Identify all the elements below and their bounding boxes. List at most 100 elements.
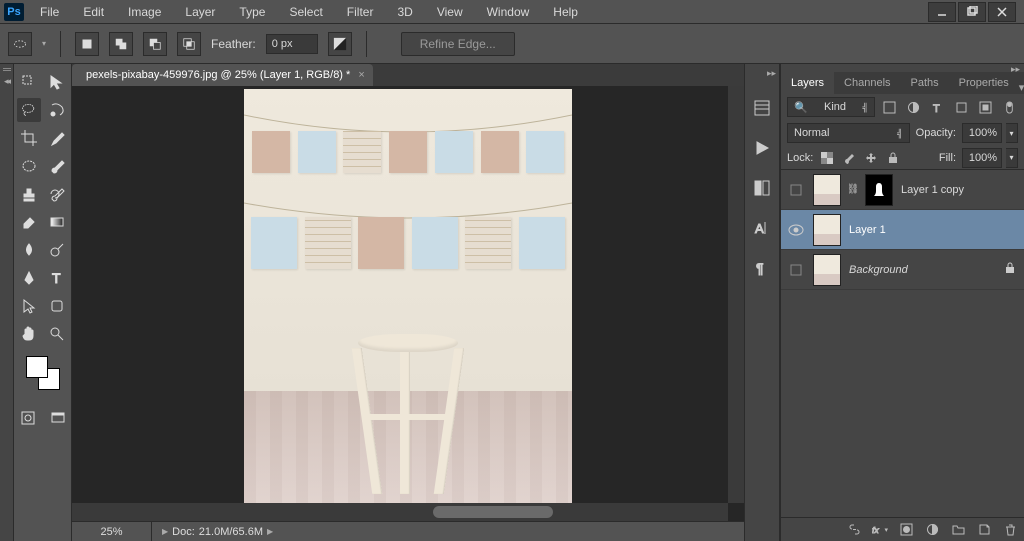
refine-edge-button[interactable]: Refine Edge... bbox=[401, 32, 515, 56]
path-select-tool[interactable] bbox=[17, 294, 41, 318]
filter-type-icon[interactable]: T bbox=[929, 98, 947, 116]
fill-dropdown-icon[interactable]: ▾ bbox=[1006, 148, 1018, 168]
new-layer-icon[interactable] bbox=[976, 522, 992, 538]
add-mask-icon[interactable] bbox=[898, 522, 914, 538]
lock-transparent-icon[interactable] bbox=[819, 150, 835, 166]
filter-switch-icon[interactable] bbox=[1000, 98, 1018, 116]
panel-menu-icon[interactable]: ▾≡ bbox=[1019, 81, 1024, 94]
move-tool[interactable] bbox=[17, 70, 41, 94]
layer-group-icon[interactable] bbox=[950, 522, 966, 538]
layer-thumbnail[interactable] bbox=[813, 174, 841, 206]
delete-layer-icon[interactable] bbox=[1002, 522, 1018, 538]
filter-shape-icon[interactable] bbox=[952, 98, 970, 116]
adjustment-layer-icon[interactable] bbox=[924, 522, 940, 538]
new-selection-icon[interactable] bbox=[75, 32, 99, 56]
menu-3d[interactable]: 3D bbox=[385, 0, 424, 23]
antialias-icon[interactable] bbox=[328, 32, 352, 56]
menu-edit[interactable]: Edit bbox=[71, 0, 116, 23]
eraser-tool[interactable] bbox=[17, 210, 41, 234]
layer-thumbnail[interactable] bbox=[813, 254, 841, 286]
eyedropper-tool[interactable] bbox=[45, 126, 69, 150]
layer-row[interactable]: Layer 1 bbox=[781, 210, 1024, 250]
menu-layer[interactable]: Layer bbox=[173, 0, 227, 23]
close-button[interactable] bbox=[988, 2, 1016, 22]
menu-window[interactable]: Window bbox=[475, 0, 542, 23]
canvas[interactable] bbox=[244, 89, 572, 521]
tool-dropdown-icon[interactable]: ▾ bbox=[42, 39, 46, 48]
scrollbar-thumb[interactable] bbox=[433, 506, 553, 518]
layer-row[interactable]: ⛓ Layer 1 copy bbox=[781, 170, 1024, 210]
menu-file[interactable]: File bbox=[28, 0, 71, 23]
patch-tool[interactable] bbox=[17, 154, 41, 178]
layer-name-label[interactable]: Layer 1 copy bbox=[901, 184, 1018, 196]
layer-thumbnail[interactable] bbox=[813, 214, 841, 246]
zoom-level-field[interactable]: 25% bbox=[72, 522, 152, 541]
pen-tool[interactable] bbox=[17, 266, 41, 290]
history-panel-icon[interactable] bbox=[751, 97, 773, 119]
status-dropdown-icon[interactable]: ▶ bbox=[267, 527, 273, 536]
crop-tool[interactable] bbox=[17, 126, 41, 150]
intersect-selection-icon[interactable] bbox=[177, 32, 201, 56]
filter-adjust-icon[interactable] bbox=[905, 98, 923, 116]
menu-filter[interactable]: Filter bbox=[335, 0, 386, 23]
expand-dock-icon[interactable]: ▸▸ bbox=[745, 68, 779, 79]
current-tool-icon[interactable] bbox=[8, 32, 32, 56]
link-layers-icon[interactable] bbox=[846, 522, 862, 538]
close-tab-icon[interactable]: × bbox=[358, 69, 364, 81]
lock-all-icon[interactable] bbox=[885, 150, 901, 166]
brush-tool[interactable] bbox=[45, 154, 69, 178]
menu-view[interactable]: View bbox=[425, 0, 475, 23]
blend-mode-select[interactable]: Normal ╣ bbox=[787, 123, 910, 143]
opacity-dropdown-icon[interactable]: ▾ bbox=[1006, 123, 1018, 143]
collapse-dock-icon[interactable]: ◂◂ bbox=[4, 76, 9, 87]
menu-image[interactable]: Image bbox=[116, 0, 173, 23]
maximize-button[interactable] bbox=[958, 2, 986, 22]
layer-style-icon[interactable]: fx▾ bbox=[872, 522, 888, 538]
shape-tool[interactable] bbox=[45, 294, 69, 318]
layer-mask-thumbnail[interactable] bbox=[865, 174, 893, 206]
paragraph-panel-icon[interactable]: ¶ bbox=[751, 257, 773, 279]
status-menu-icon[interactable]: ▶ bbox=[162, 527, 168, 536]
subtract-from-selection-icon[interactable] bbox=[143, 32, 167, 56]
quick-mask-tool[interactable] bbox=[16, 406, 40, 430]
horizontal-scrollbar[interactable] bbox=[72, 503, 728, 521]
opacity-input[interactable]: 100% bbox=[962, 123, 1002, 143]
tab-properties[interactable]: Properties bbox=[949, 72, 1019, 94]
blur-tool[interactable] bbox=[17, 238, 41, 262]
menu-select[interactable]: Select bbox=[277, 0, 334, 23]
history-brush-tool[interactable] bbox=[45, 182, 69, 206]
layer-name-label[interactable]: Background bbox=[849, 264, 996, 276]
tab-channels[interactable]: Channels bbox=[834, 72, 900, 94]
menu-help[interactable]: Help bbox=[541, 0, 590, 23]
gradient-tool[interactable] bbox=[45, 210, 69, 234]
lock-image-icon[interactable] bbox=[841, 150, 857, 166]
hand-tool[interactable] bbox=[17, 322, 41, 346]
color-swatches[interactable] bbox=[26, 356, 60, 390]
actions-panel-icon[interactable] bbox=[751, 137, 773, 159]
fill-input[interactable]: 100% bbox=[962, 148, 1002, 168]
layer-visibility-icon[interactable] bbox=[787, 224, 805, 236]
tab-paths[interactable]: Paths bbox=[901, 72, 949, 94]
stamp-tool[interactable] bbox=[17, 182, 41, 206]
swatches-panel-icon[interactable] bbox=[751, 177, 773, 199]
left-dock-strip[interactable]: ◂◂ bbox=[0, 64, 14, 541]
layer-mask-link-icon[interactable]: ⛓ bbox=[849, 174, 857, 206]
layer-visibility-icon[interactable] bbox=[787, 183, 805, 197]
character-panel-icon[interactable]: A bbox=[751, 217, 773, 239]
canvas-viewport[interactable] bbox=[72, 86, 744, 521]
lasso-tool[interactable] bbox=[17, 98, 41, 122]
dodge-tool[interactable] bbox=[45, 238, 69, 262]
tab-layers[interactable]: Layers bbox=[781, 72, 834, 94]
type-tool[interactable]: T bbox=[45, 266, 69, 290]
add-to-selection-icon[interactable] bbox=[109, 32, 133, 56]
layer-visibility-icon[interactable] bbox=[787, 263, 805, 277]
filter-smart-icon[interactable] bbox=[976, 98, 994, 116]
arrow-move-tool[interactable] bbox=[45, 70, 69, 94]
layer-row[interactable]: Background bbox=[781, 250, 1024, 290]
layer-lock-icon[interactable] bbox=[1004, 262, 1018, 277]
status-doc-info[interactable]: ▶ Doc: 21.0M/65.6M ▶ bbox=[152, 526, 283, 538]
minimize-button[interactable] bbox=[928, 2, 956, 22]
quick-select-tool[interactable] bbox=[45, 98, 69, 122]
document-tab[interactable]: pexels-pixabay-459976.jpg @ 25% (Layer 1… bbox=[72, 64, 373, 86]
layer-name-label[interactable]: Layer 1 bbox=[849, 224, 1018, 236]
